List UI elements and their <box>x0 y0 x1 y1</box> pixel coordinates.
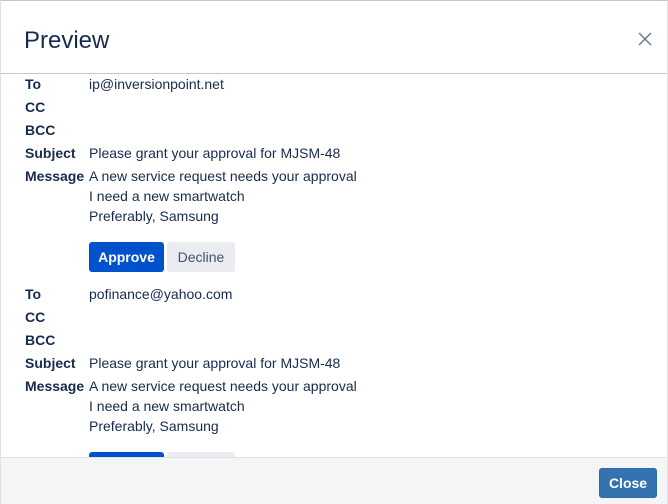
cc-label: CC <box>25 99 46 115</box>
dialog-title: Preview <box>24 27 110 54</box>
dialog-header: Preview <box>1 1 667 74</box>
bcc-row: BCC <box>1 330 667 353</box>
email-preview: To pofinance@yahoo.com CC BCC Subject Pl… <box>1 284 667 457</box>
subject-label: Subject <box>25 145 76 161</box>
cc-row: CC <box>1 307 667 330</box>
message-body: A new service request needs your approva… <box>89 166 357 226</box>
email-actions: Approve Decline <box>1 438 667 457</box>
message-line: I need a new smartwatch <box>89 398 245 414</box>
message-line: A new service request needs your approva… <box>89 168 357 184</box>
to-row: To pofinance@yahoo.com <box>1 284 667 307</box>
preview-dialog: Preview To ip@inversionpoint.net CC BCC <box>0 0 668 504</box>
cc-label: CC <box>25 309 46 325</box>
subject-value: Please grant your approval for MJSM-48 <box>89 355 341 371</box>
to-value: pofinance@yahoo.com <box>89 286 233 302</box>
message-label: Message <box>25 378 85 394</box>
to-label: To <box>25 286 42 302</box>
email-preview: To ip@inversionpoint.net CC BCC Subject … <box>1 74 667 284</box>
bcc-label: BCC <box>25 332 56 348</box>
message-line: I need a new smartwatch <box>89 188 245 204</box>
dialog-body[interactable]: To ip@inversionpoint.net CC BCC Subject … <box>1 74 667 457</box>
to-label: To <box>25 76 42 92</box>
dialog-footer: Close <box>1 457 667 504</box>
bcc-row: BCC <box>1 120 667 143</box>
message-line: Preferably, Samsung <box>89 418 219 434</box>
subject-row: Subject Please grant your approval for M… <box>1 143 667 166</box>
close-button[interactable]: Close <box>599 468 657 498</box>
message-line: A new service request needs your approva… <box>89 378 357 394</box>
bcc-label: BCC <box>25 122 56 138</box>
to-value: ip@inversionpoint.net <box>89 76 224 92</box>
decline-button[interactable]: Decline <box>167 242 235 272</box>
subject-label: Subject <box>25 355 76 371</box>
message-label: Message <box>25 168 85 184</box>
message-body: A new service request needs your approva… <box>89 376 357 436</box>
email-actions: Approve Decline <box>1 228 667 284</box>
close-icon[interactable] <box>637 31 653 47</box>
message-row: Message A new service request needs your… <box>1 166 667 228</box>
subject-value: Please grant your approval for MJSM-48 <box>89 145 341 161</box>
message-line: Preferably, Samsung <box>89 208 219 224</box>
to-row: To ip@inversionpoint.net <box>1 74 667 97</box>
subject-row: Subject Please grant your approval for M… <box>1 353 667 376</box>
approve-button[interactable]: Approve <box>89 242 164 272</box>
message-row: Message A new service request needs your… <box>1 376 667 438</box>
cc-row: CC <box>1 97 667 120</box>
